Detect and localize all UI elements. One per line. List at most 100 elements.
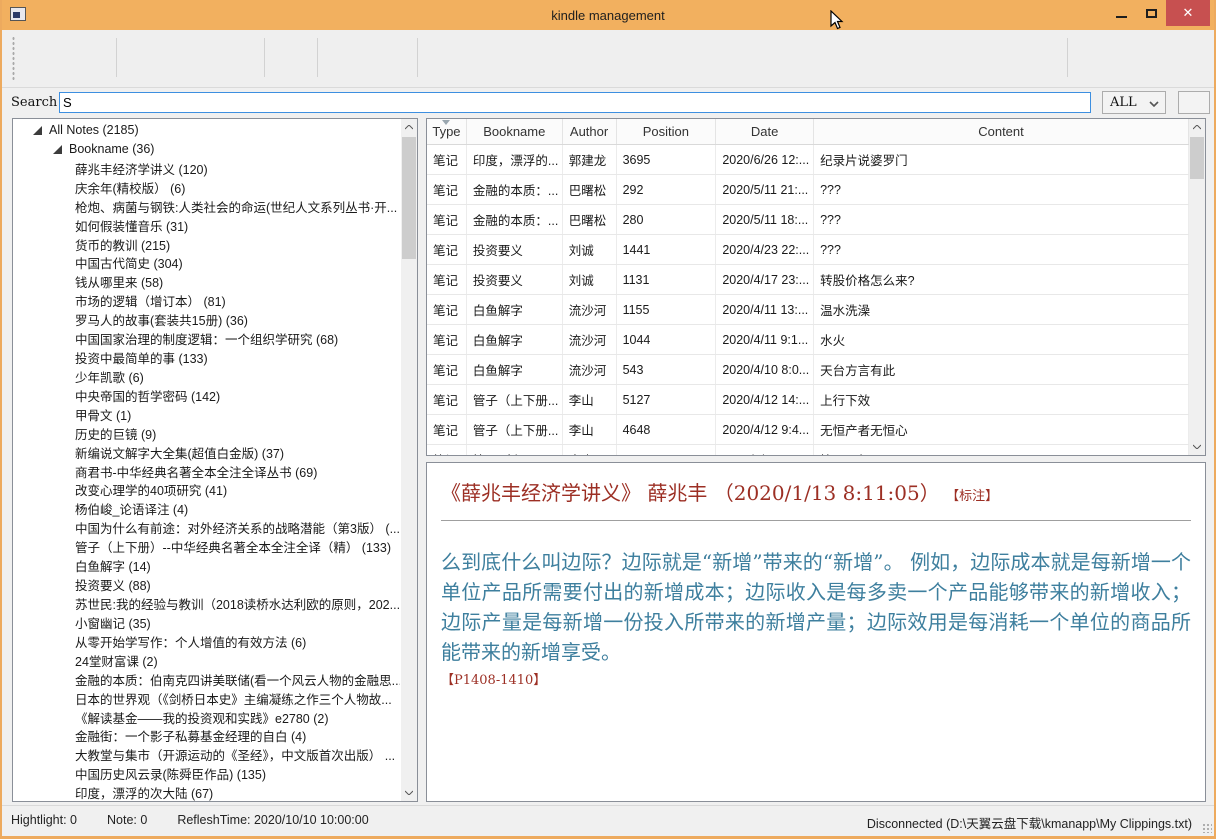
tree-item-all-notes[interactable]: All Notes (2185): [13, 121, 400, 140]
cell-date: 2020/4/12 9:4...: [716, 415, 814, 444]
cell-content: ???: [814, 205, 1189, 234]
tree-item-book[interactable]: 苏世民:我的经验与教训（2018读桥水达利欧的原则，202...: [13, 594, 400, 613]
tree-item-book[interactable]: 货币的教训 (215): [13, 235, 400, 254]
tree-item-label: 薛兆丰经济学讲义 (120): [75, 159, 208, 178]
tree-item-book[interactable]: 管子（上下册）--中华经典名著全本全注全译（精） (133): [13, 537, 400, 556]
scrollbar-thumb[interactable]: [402, 137, 416, 259]
table-row[interactable]: 笔记金融的本质：...巴曙松2922020/5/11 21:...???: [427, 175, 1189, 205]
status-highlight-count: Hightlight: 0: [11, 813, 77, 827]
cell-date: 2020/4/12 9:4...: [716, 445, 814, 455]
tree-item-book[interactable]: 投资要义 (88): [13, 575, 400, 594]
tree-item-book[interactable]: 枪炮、病菌与钢铁:人类社会的命运(世纪人文系列丛书·开...: [13, 197, 400, 216]
tree-item-book[interactable]: 少年凯歌 (6): [13, 367, 400, 386]
tree-item-book[interactable]: 甲骨文 (1): [13, 405, 400, 424]
tree-item-label: 中国古代简史 (304): [75, 253, 183, 272]
tree-item-book[interactable]: 印度，漂浮的次大陆 (67): [13, 783, 400, 802]
tree-item-book[interactable]: 中国为什么有前途：对外经济关系的战略潜能（第3版） (...: [13, 518, 400, 537]
tree-item-book[interactable]: 金融街：一个影子私募基金经理的自白 (4): [13, 727, 400, 746]
tree-item-label: 日本的世界观（《剑桥日本史》主编凝练之作三个人物故...: [75, 689, 392, 708]
cell-bookname: 管子（上下册...: [467, 415, 563, 444]
tree-item-book[interactable]: 改变心理学的40项研究 (41): [13, 481, 400, 500]
table-row[interactable]: 笔记管子（上下册...李山46482020/4/12 9:4...无恒产者无恒心: [427, 415, 1189, 445]
tree-item-book[interactable]: 小窗幽记 (35): [13, 613, 400, 632]
titlebar: kindle management ✕: [0, 0, 1216, 30]
tree-item-book[interactable]: 薛兆丰经济学讲义 (120): [13, 159, 400, 178]
search-action-button[interactable]: [1178, 91, 1210, 114]
tree-item-book[interactable]: 商君书-中华经典名著全本全注全译丛书 (69): [13, 462, 400, 481]
tree-item-book[interactable]: 中央帝国的哲学密码 (142): [13, 386, 400, 405]
tree-item-book[interactable]: 金融的本质：伯南克四讲美联储(看一个风云人物的金融思...: [13, 670, 400, 689]
tree-item-book[interactable]: 投资中最简单的事 (133): [13, 348, 400, 367]
table-row[interactable]: 笔记管子（上下册...李山45772020/4/12 9:4...管子思想: [427, 445, 1189, 455]
tree-item-book[interactable]: 日本的世界观（《剑桥日本史》主编凝练之作三个人物故...: [13, 689, 400, 708]
column-header-content[interactable]: Content: [814, 119, 1189, 144]
toolbar-separator: [116, 38, 117, 77]
tree-item-book[interactable]: 中国国家治理的制度逻辑：一个组织学研究 (68): [13, 329, 400, 348]
tree-item-book[interactable]: 大教堂与集市（开源运动的《圣经》，中文版首次出版） ...: [13, 745, 400, 764]
column-header-type[interactable]: Type: [427, 119, 467, 144]
tree-item-book[interactable]: 罗马人的故事(套装共15册) (36): [13, 310, 400, 329]
tree-item-label: Bookname (36): [69, 142, 154, 156]
cell-type: 笔记: [427, 385, 467, 414]
table-row[interactable]: 笔记白鱼解字流沙河11552020/4/11 13:...温水洗澡: [427, 295, 1189, 325]
close-button[interactable]: ✕: [1166, 0, 1210, 26]
cell-content: 天台方言有此: [814, 355, 1189, 384]
tree-item-book[interactable]: 新编说文解字大全集(超值白金版) (37): [13, 443, 400, 462]
table-row[interactable]: 笔记管子（上下册...李山51272020/4/12 14:...上行下效: [427, 385, 1189, 415]
toolbar-grip-handle[interactable]: [12, 36, 15, 81]
column-header-bookname[interactable]: Bookname: [467, 119, 563, 144]
tree-item-label: 钱从哪里来 (58): [75, 272, 163, 291]
minimize-button[interactable]: [1106, 0, 1136, 26]
scroll-down-icon[interactable]: [1189, 438, 1205, 455]
tree-item-book[interactable]: 杨伯峻_论语译注 (4): [13, 499, 400, 518]
maximize-button[interactable]: [1136, 0, 1166, 26]
tree-item-book[interactable]: 24堂财富课 (2): [13, 651, 400, 670]
table-row[interactable]: 笔记印度，漂浮的...郭建龙36952020/6/26 12:...纪录片说婆罗…: [427, 145, 1189, 175]
search-input[interactable]: [59, 92, 1091, 113]
cell-type: 笔记: [427, 145, 467, 174]
resize-grip[interactable]: [1202, 823, 1212, 833]
table-scrollbar[interactable]: [1189, 119, 1205, 455]
scroll-down-icon[interactable]: [401, 784, 417, 801]
toolbar: [2, 30, 1214, 88]
cell-content: 转股价格怎么来?: [814, 265, 1189, 294]
column-header-date[interactable]: Date: [716, 119, 814, 144]
tree-item-book[interactable]: 白鱼解字 (14): [13, 556, 400, 575]
cell-position: 4648: [617, 415, 717, 444]
tree-item-book[interactable]: 市场的逻辑（增订本） (81): [13, 291, 400, 310]
note-position-ref: 【P1408-1410】: [441, 669, 1191, 688]
tree-item-book[interactable]: 钱从哪里来 (58): [13, 272, 400, 291]
cell-position: 1441: [617, 235, 717, 264]
scrollbar-thumb[interactable]: [1190, 137, 1204, 179]
cell-author: 刘诚: [563, 235, 617, 264]
scroll-up-icon[interactable]: [401, 119, 417, 136]
table-row[interactable]: 笔记白鱼解字流沙河5432020/4/10 8:0...天台方言有此: [427, 355, 1189, 385]
table-row[interactable]: 笔记投资要义刘诚14412020/4/23 22:...???: [427, 235, 1189, 265]
column-header-author[interactable]: Author: [563, 119, 617, 144]
filter-dropdown[interactable]: ALL: [1102, 91, 1166, 114]
table-row[interactable]: 笔记金融的本质：...巴曙松2802020/5/11 18:...???: [427, 205, 1189, 235]
tree-item-book[interactable]: 中国古代简史 (304): [13, 253, 400, 272]
cell-type: 笔记: [427, 295, 467, 324]
tree-item-book[interactable]: 历史的巨镜 (9): [13, 424, 400, 443]
tree-item-label: 印度，漂浮的次大陆 (67): [75, 783, 213, 802]
cell-bookname: 白鱼解字: [467, 355, 563, 384]
tree-item-label: All Notes (2185): [49, 123, 139, 137]
cell-position: 1155: [617, 295, 717, 324]
tree-item-label: 管子（上下册）--中华经典名著全本全注全译（精） (133): [75, 537, 391, 556]
table-row[interactable]: 笔记投资要义刘诚11312020/4/17 23:...转股价格怎么来?: [427, 265, 1189, 295]
tree-scrollbar[interactable]: [401, 119, 417, 801]
tree-expand-icon[interactable]: [53, 145, 62, 154]
tree-item-bookname[interactable]: Bookname (36): [13, 140, 400, 159]
column-header-position[interactable]: Position: [617, 119, 717, 144]
tree-item-book[interactable]: 《解读基金——我的投资观和实践》e2780 (2): [13, 708, 400, 727]
tree-expand-icon[interactable]: [33, 126, 42, 135]
tree-item-book[interactable]: 从零开始学写作：个人增值的有效方法 (6): [13, 632, 400, 651]
scroll-up-icon[interactable]: [1189, 119, 1205, 136]
tree-item-book[interactable]: 庆余年(精校版） (6): [13, 178, 400, 197]
cell-position: 1044: [617, 325, 717, 354]
tree-item-book[interactable]: 中国历史风云录(陈舜臣作品) (135): [13, 764, 400, 783]
table-row[interactable]: 笔记白鱼解字流沙河10442020/4/11 9:1...水火: [427, 325, 1189, 355]
tree-item-book[interactable]: 如何假装懂音乐 (31): [13, 216, 400, 235]
cell-date: 2020/5/11 18:...: [716, 205, 814, 234]
